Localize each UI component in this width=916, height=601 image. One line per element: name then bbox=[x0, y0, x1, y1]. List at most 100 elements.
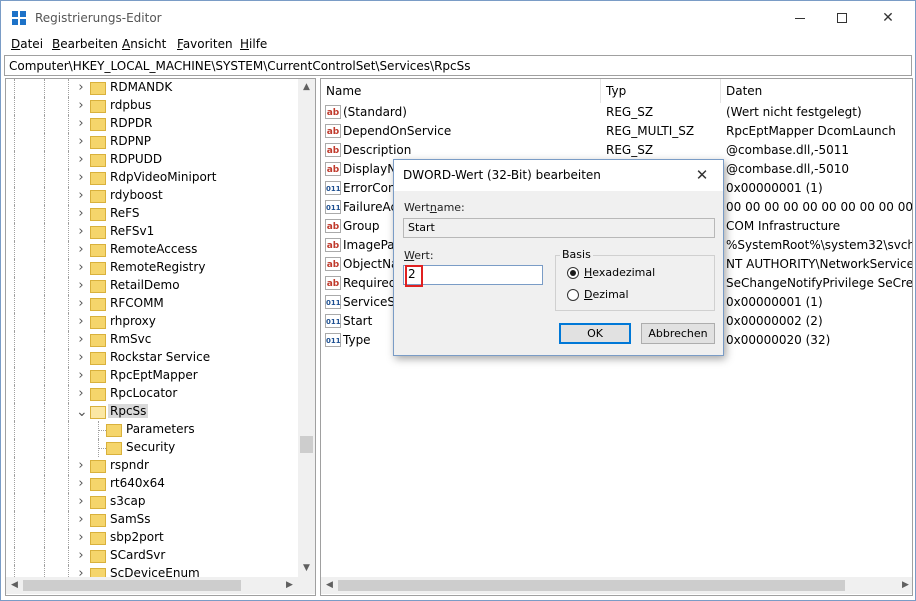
radio-unselected-icon[interactable] bbox=[567, 289, 579, 301]
chevron-right-icon[interactable]: › bbox=[76, 531, 86, 544]
tree-item[interactable]: › RmSvc bbox=[6, 331, 298, 349]
chevron-right-icon[interactable]: › bbox=[76, 567, 86, 577]
column-header-daten[interactable]: Daten bbox=[721, 79, 912, 103]
chevron-right-icon[interactable]: › bbox=[76, 153, 86, 166]
chevron-right-icon[interactable]: › bbox=[76, 207, 86, 220]
close-button[interactable]: ✕ bbox=[865, 1, 911, 35]
hex-radio[interactable]: Hexadezimal bbox=[567, 265, 737, 281]
chevron-right-icon[interactable]: › bbox=[76, 171, 86, 184]
tree-item-label: ScDeviceEnum bbox=[110, 566, 200, 577]
value-name: Group bbox=[343, 219, 380, 233]
scroll-up-icon[interactable]: ▲ bbox=[298, 79, 315, 96]
menu-favoriten[interactable]: Favoriten bbox=[177, 37, 233, 51]
tree-item[interactable]: Parameters bbox=[6, 421, 298, 439]
tree-item[interactable]: › RDPDR bbox=[6, 115, 298, 133]
tree-item[interactable]: › rdyboost bbox=[6, 187, 298, 205]
dialog-close-button[interactable]: ✕ bbox=[690, 164, 714, 186]
ok-button[interactable]: OK bbox=[559, 323, 631, 344]
menu-hilfe[interactable]: Hilfe bbox=[240, 37, 267, 51]
scroll-right-icon[interactable]: ▶ bbox=[897, 577, 912, 594]
tree-item[interactable]: › Rockstar Service bbox=[6, 349, 298, 367]
chevron-right-icon[interactable]: › bbox=[76, 225, 86, 238]
tree-item[interactable]: › ReFS bbox=[6, 205, 298, 223]
chevron-right-icon[interactable]: › bbox=[76, 369, 86, 382]
tree-item[interactable]: › s3cap bbox=[6, 493, 298, 511]
chevron-right-icon[interactable]: › bbox=[76, 279, 86, 292]
address-bar[interactable]: Computer\HKEY_LOCAL_MACHINE\SYSTEM\Curre… bbox=[4, 55, 912, 76]
chevron-right-icon[interactable]: › bbox=[76, 477, 86, 490]
scroll-left-icon[interactable]: ◀ bbox=[6, 577, 23, 594]
chevron-right-icon[interactable]: › bbox=[76, 387, 86, 400]
decimal-radio[interactable]: Dezimal bbox=[567, 287, 737, 303]
column-header-name[interactable]: Name bbox=[321, 79, 601, 103]
chevron-right-icon[interactable]: › bbox=[76, 513, 86, 526]
tree-item[interactable]: › ReFSv1 bbox=[6, 223, 298, 241]
tree-item[interactable]: › RFCOMM bbox=[6, 295, 298, 313]
scroll-right-icon[interactable]: ▶ bbox=[281, 577, 298, 594]
tree-item[interactable]: › RDPUDD bbox=[6, 151, 298, 169]
list-hscroll-thumb[interactable] bbox=[338, 580, 845, 591]
cancel-button[interactable]: Abbrechen bbox=[641, 323, 715, 344]
value-row[interactable]: ab DependOnService REG_MULTI_SZ RpcEptMappe… bbox=[321, 122, 912, 141]
radio-selected-icon[interactable] bbox=[567, 267, 579, 279]
folder-icon bbox=[90, 460, 106, 473]
chevron-right-icon[interactable]: › bbox=[76, 189, 86, 202]
binary-value-icon: 011 bbox=[325, 333, 341, 347]
value-data: RpcEptMapper DcomLaunch bbox=[726, 124, 896, 138]
chevron-right-icon[interactable]: › bbox=[76, 243, 86, 256]
tree-horizontal-scrollbar[interactable]: ◀ ▶ bbox=[6, 577, 298, 594]
column-header-typ[interactable]: Typ bbox=[601, 79, 721, 103]
tree-item[interactable]: › SCardSvr bbox=[6, 547, 298, 565]
chevron-right-icon[interactable]: › bbox=[76, 549, 86, 562]
tree-item-label: RemoteRegistry bbox=[110, 260, 206, 274]
dialog-title: DWORD-Wert (32-Bit) bearbeiten bbox=[403, 168, 601, 182]
menu-datei[interactable]: Datei bbox=[11, 37, 43, 51]
tree-item[interactable]: › ScDeviceEnum bbox=[6, 565, 298, 577]
tree-hscroll-thumb[interactable] bbox=[23, 580, 241, 591]
tree-item[interactable]: ⌄ RpcSs bbox=[6, 403, 298, 421]
tree-item[interactable]: › rdpbus bbox=[6, 97, 298, 115]
tree-item[interactable]: Security bbox=[6, 439, 298, 457]
chevron-right-icon[interactable]: › bbox=[76, 117, 86, 130]
tree-vertical-scrollbar[interactable]: ▲ ▼ bbox=[298, 79, 315, 577]
tree-item[interactable]: › rspndr bbox=[6, 457, 298, 475]
tree-item[interactable]: › RdpVideoMiniport bbox=[6, 169, 298, 187]
tree-item[interactable]: › rt640x64 bbox=[6, 475, 298, 493]
chevron-right-icon[interactable]: › bbox=[76, 333, 86, 346]
tree-item[interactable]: › SamSs bbox=[6, 511, 298, 529]
chevron-right-icon[interactable]: › bbox=[76, 459, 86, 472]
tree-item[interactable]: › RemoteRegistry bbox=[6, 259, 298, 277]
value-name: DependOnService bbox=[343, 124, 452, 138]
chevron-right-icon[interactable]: › bbox=[76, 99, 86, 112]
tree-item[interactable]: › sbp2port bbox=[6, 529, 298, 547]
chevron-right-icon[interactable]: › bbox=[76, 297, 86, 310]
tree-item[interactable]: › RpcLocator bbox=[6, 385, 298, 403]
tree-item[interactable]: › rhproxy bbox=[6, 313, 298, 331]
chevron-right-icon[interactable]: › bbox=[76, 261, 86, 274]
chevron-right-icon[interactable]: › bbox=[76, 81, 86, 94]
tree-scroll-thumb[interactable] bbox=[300, 436, 313, 453]
menu-bearbeiten[interactable]: Bearbeiten bbox=[52, 37, 118, 51]
list-horizontal-scrollbar[interactable]: ◀ ▶ bbox=[321, 577, 912, 594]
scroll-down-icon[interactable]: ▼ bbox=[298, 560, 315, 577]
value-row[interactable]: ab Description REG_SZ @combase.dll,-5011 bbox=[321, 141, 912, 160]
value-data-input[interactable]: 2 bbox=[403, 265, 543, 285]
value-row[interactable]: ab (Standard) REG_SZ (Wert nicht festgelegt… bbox=[321, 103, 912, 122]
tree-item[interactable]: › RpcEptMapper bbox=[6, 367, 298, 385]
tree-item[interactable]: › RDPNP bbox=[6, 133, 298, 151]
menu-ansicht[interactable]: Ansicht bbox=[122, 37, 166, 51]
folder-icon bbox=[90, 370, 106, 383]
chevron-right-icon[interactable]: › bbox=[76, 495, 86, 508]
scroll-left-icon[interactable]: ◀ bbox=[321, 577, 338, 594]
maximize-button[interactable] bbox=[819, 1, 865, 35]
chevron-right-icon[interactable]: › bbox=[76, 315, 86, 328]
tree-item[interactable]: › RDMANDK bbox=[6, 79, 298, 97]
chevron-right-icon[interactable]: › bbox=[76, 135, 86, 148]
tree-item-label: rdyboost bbox=[110, 188, 163, 202]
tree-item[interactable]: › RetailDemo bbox=[6, 277, 298, 295]
tree-item[interactable]: › RemoteAccess bbox=[6, 241, 298, 259]
minimize-button[interactable] bbox=[777, 1, 823, 35]
chevron-down-icon[interactable]: ⌄ bbox=[76, 405, 88, 419]
chevron-right-icon[interactable]: › bbox=[76, 351, 86, 364]
folder-icon bbox=[90, 532, 106, 545]
